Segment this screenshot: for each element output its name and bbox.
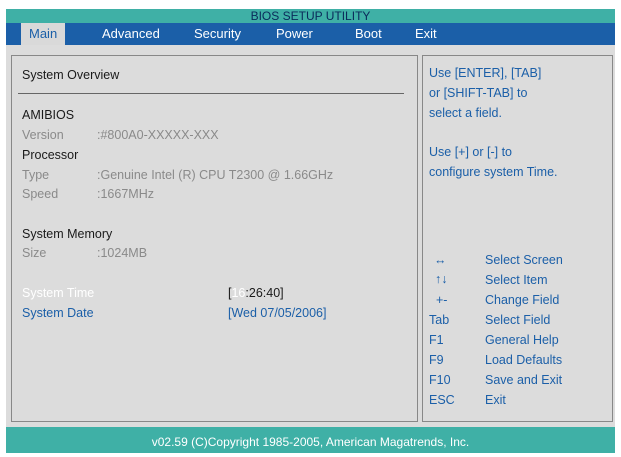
help-line: configure system Time. <box>429 165 558 179</box>
speed-label: Speed <box>22 187 59 201</box>
size-value: :1024MB <box>97 246 148 260</box>
key-desc: Change Field <box>485 293 560 307</box>
key-desc: Select Screen <box>485 253 563 267</box>
tab-boot[interactable]: Boot <box>355 23 382 45</box>
tab-power[interactable]: Power <box>276 23 313 45</box>
tab-exit[interactable]: Exit <box>415 23 437 45</box>
copyright-footer: v02.59 (C)Copyright 1985-2005, American … <box>6 427 615 453</box>
tab-main[interactable]: Main <box>21 23 66 45</box>
key-desc: General Help <box>485 333 559 347</box>
settings-pane: System Overview AMIBIOS Version :#800A0-… <box>11 55 418 422</box>
key-desc: Select Item <box>485 273 548 287</box>
system-date-value[interactable]: [Wed 07/05/2006] <box>228 306 326 320</box>
help-pane: Use [ENTER], [TAB] or [SHIFT-TAB] to sel… <box>422 55 613 422</box>
help-line: Use [+] or [-] to <box>429 145 513 159</box>
size-label: Size <box>22 246 47 260</box>
window-title: BIOS SETUP UTILITY <box>6 9 615 23</box>
help-line: Use [ENTER], [TAB] <box>429 66 542 80</box>
menu-bar: Main Advanced Security Power Boot Exit <box>6 23 615 45</box>
key-desc: Save and Exit <box>485 373 563 387</box>
tab-advanced[interactable]: Advanced <box>102 23 160 45</box>
help-line: or [SHIFT-TAB] to <box>429 86 528 100</box>
key-label: ESC <box>429 393 455 407</box>
speed-value: :1667MHz <box>97 187 154 201</box>
time-rest: :26:40] <box>245 286 284 300</box>
key-desc: Exit <box>485 393 506 407</box>
main-content: System Overview AMIBIOS Version :#800A0-… <box>6 45 615 427</box>
section-title: System Overview <box>22 68 120 82</box>
time-hour[interactable]: 16 <box>231 286 245 300</box>
key-label: +- <box>436 293 448 307</box>
amibios-heading: AMIBIOS <box>22 108 75 122</box>
version-value: :#800A0-XXXXX-XXX <box>97 128 219 142</box>
key-label: F10 <box>429 373 451 387</box>
up-down-arrow-icon: ↑↓ <box>435 272 448 286</box>
type-label: Type <box>22 168 50 182</box>
system-time-field[interactable]: [16:26:40] <box>228 286 284 300</box>
memory-heading: System Memory <box>22 227 113 241</box>
key-desc: Load Defaults <box>485 353 563 367</box>
key-label: F9 <box>429 353 444 367</box>
key-desc: Select Field <box>485 313 551 327</box>
system-date-label[interactable]: System Date <box>22 306 94 320</box>
left-right-arrow-icon: ↔ <box>434 253 447 267</box>
system-time-label[interactable]: System Time <box>22 286 94 300</box>
processor-heading: Processor <box>22 148 79 162</box>
type-value: :Genuine Intel (R) CPU T2300 @ 1.66GHz <box>97 168 334 182</box>
help-line: select a field. <box>429 106 502 120</box>
divider <box>18 93 404 94</box>
tab-security[interactable]: Security <box>194 23 241 45</box>
key-label: Tab <box>429 313 450 327</box>
key-label: F1 <box>429 333 444 347</box>
version-label: Version <box>22 128 64 142</box>
bios-screen: BIOS SETUP UTILITY Main Advanced Securit… <box>0 0 621 453</box>
